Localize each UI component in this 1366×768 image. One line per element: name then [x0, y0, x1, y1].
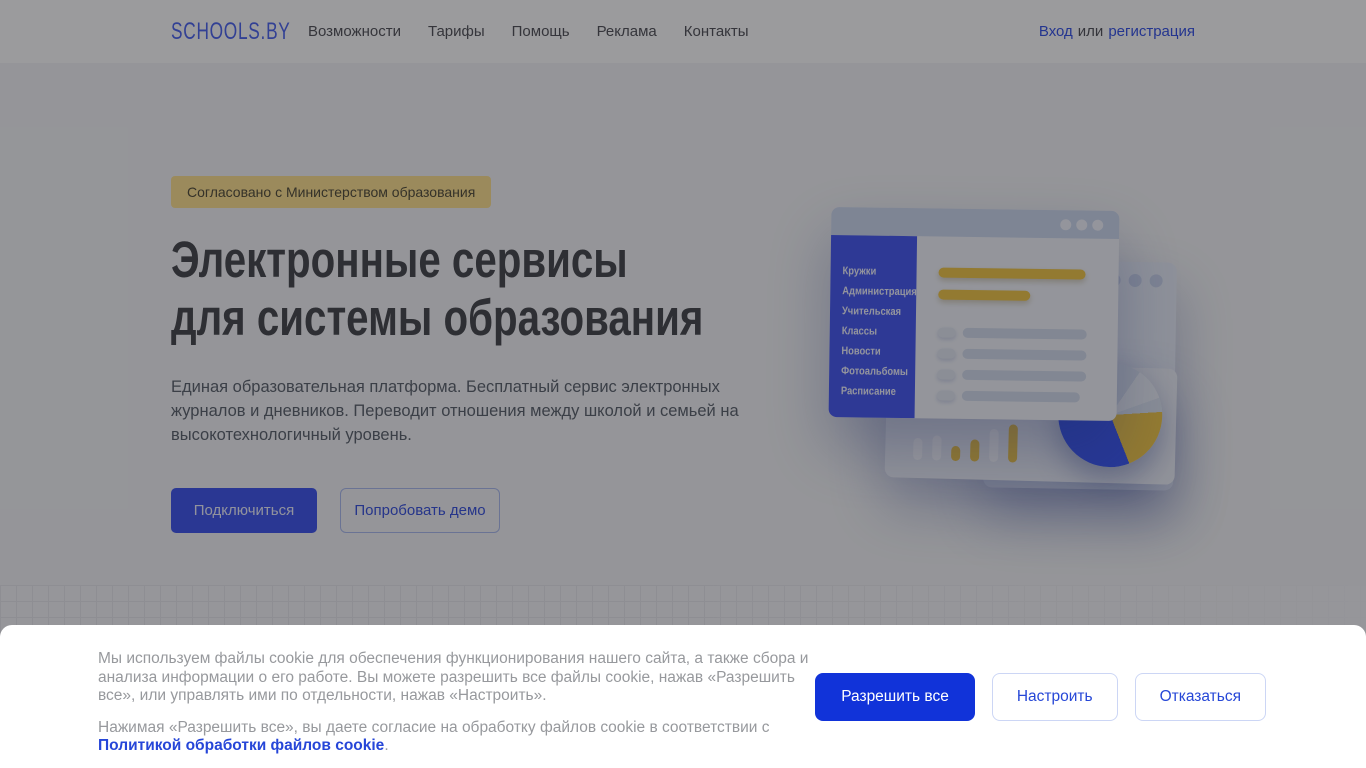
allow-all-cookies-button[interactable]: Разрешить все — [815, 672, 975, 721]
decline-cookies-button[interactable]: Отказаться — [1134, 672, 1266, 721]
cookie-policy-link[interactable]: Политикой обработки файлов cookie — [98, 737, 384, 754]
cookie-text-block: Мы используем файлы cookie для обеспечен… — [98, 650, 816, 756]
cookie-paragraph-2-prefix: Нажимая «Разрешить все», вы даете соглас… — [98, 718, 770, 736]
cookie-paragraph-2-suffix: . — [384, 737, 389, 755]
cookie-buttons: Разрешить все Настроить Отказаться — [815, 672, 1266, 721]
cookie-paragraph-1: Мы используем файлы cookie для обеспечен… — [98, 650, 809, 705]
cookie-paragraph-2: Нажимая «Разрешить все», вы даете соглас… — [98, 719, 816, 756]
cookie-consent-banner: Мы используем файлы cookie для обеспечен… — [0, 625, 1366, 768]
configure-cookies-button[interactable]: Настроить — [991, 672, 1118, 721]
